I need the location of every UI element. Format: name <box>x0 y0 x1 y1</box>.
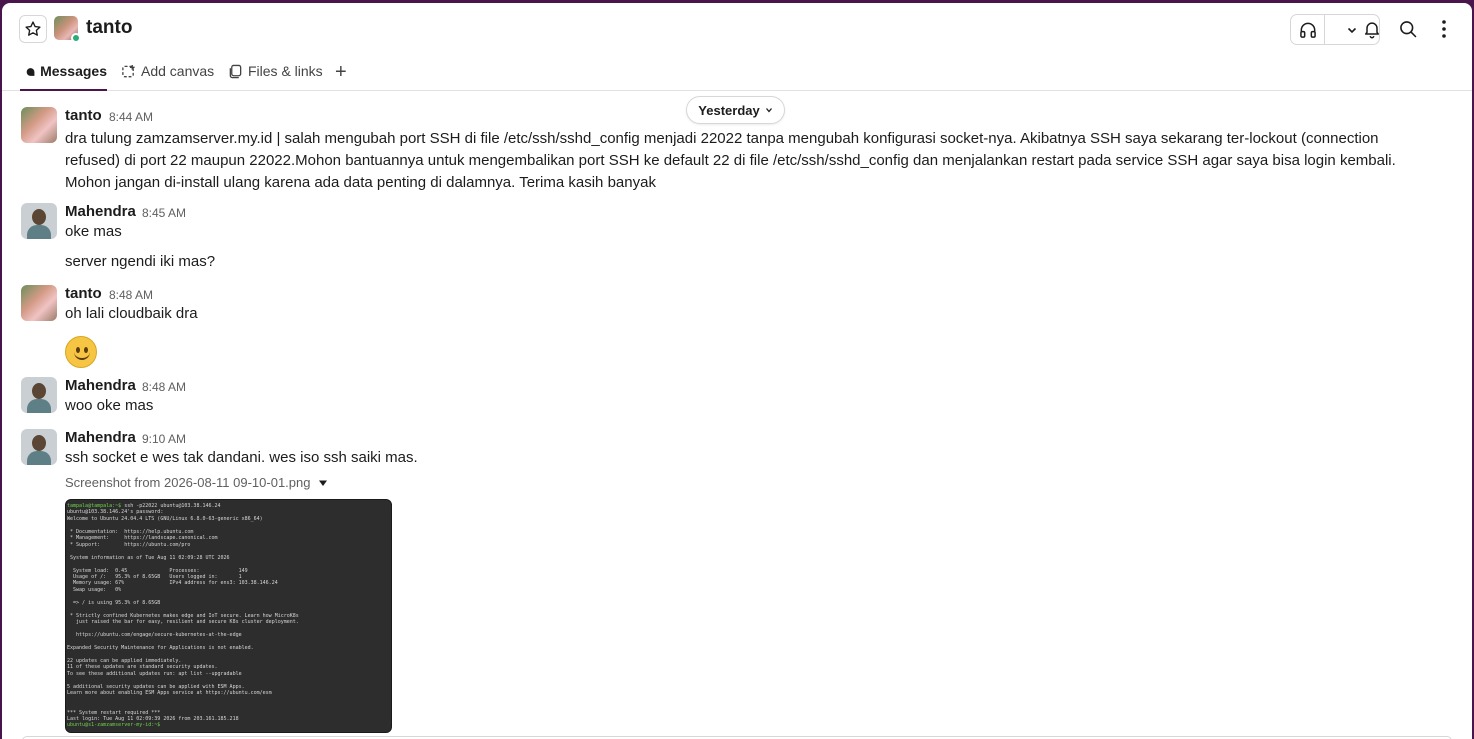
terminal-line: ubuntu@s1-zamzamserver-my-id:~$ <box>67 722 390 728</box>
message-text: oh lali cloudbaik dra <box>65 305 198 322</box>
day-divider-button[interactable]: Yesterday <box>686 96 785 124</box>
channel-header: tanto <box>2 3 1472 53</box>
headphones-icon <box>1299 22 1316 38</box>
message-author[interactable]: tanto <box>65 107 102 124</box>
day-divider-label: Yesterday <box>698 102 760 118</box>
attachment-image[interactable]: tampala@tampala:~$ ssh -p22022 ubuntu@10… <box>65 499 392 733</box>
add-tab-button[interactable]: + <box>335 61 347 84</box>
terminal-output: tampala@tampala:~$ ssh -p22022 ubuntu@10… <box>67 503 390 729</box>
canvas-add-icon <box>122 64 135 78</box>
message-text: woo oke mas <box>65 397 154 414</box>
avatar[interactable] <box>21 429 57 465</box>
message-author[interactable]: Mahendra <box>65 377 136 394</box>
message-author[interactable]: Mahendra <box>65 203 136 220</box>
tab-label: Files & links <box>248 63 323 79</box>
terminal-prompt: ubuntu@s1-zamzamserver-my-id:~$ <box>67 722 161 729</box>
tab-add-canvas[interactable]: Add canvas <box>121 63 214 91</box>
more-options-button[interactable] <box>1429 14 1459 44</box>
kebab-menu-icon <box>1442 20 1446 38</box>
avatar[interactable] <box>21 107 57 143</box>
presence-dot <box>71 33 81 43</box>
message-timestamp[interactable]: 9:10 AM <box>142 432 186 446</box>
caret-down-icon[interactable] <box>318 479 328 487</box>
message-text: ssh socket e wes tak dandani. wes iso ss… <box>65 449 418 466</box>
message-author[interactable]: Mahendra <box>65 429 136 446</box>
notifications-button[interactable] <box>1357 14 1387 44</box>
avatar[interactable] <box>21 203 57 239</box>
chevron-down-icon <box>765 108 772 113</box>
attachment-filename[interactable]: Screenshot from 2026-08-11 09-10-01.png <box>65 475 310 490</box>
channel-tabs: Messages Add canvas Files & links + <box>2 53 1472 91</box>
app-window: tanto Messages Add canvas Files & links … <box>2 3 1472 739</box>
channel-name[interactable]: tanto <box>86 17 132 39</box>
tab-files-links[interactable]: Files & links <box>228 63 323 91</box>
star-button[interactable] <box>19 15 47 43</box>
attachment-title[interactable]: Screenshot from 2026-08-11 09-10-01.png <box>65 475 328 490</box>
files-icon <box>229 64 242 79</box>
tab-label: Messages <box>40 63 107 79</box>
message-timestamp[interactable]: 8:45 AM <box>142 206 186 220</box>
message-author[interactable]: tanto <box>65 285 102 302</box>
message-timestamp[interactable]: 8:48 AM <box>109 288 153 302</box>
tab-messages[interactable]: Messages <box>20 63 107 91</box>
message-timestamp[interactable]: 8:44 AM <box>109 110 153 124</box>
channel-avatar[interactable] <box>54 16 81 43</box>
tab-label: Add canvas <box>141 63 215 79</box>
message-timestamp[interactable]: 8:48 AM <box>142 380 186 394</box>
message-text: dra tulung zamzamserver.my.id | salah me… <box>65 130 1396 191</box>
message-text: server ngendi iki mas? <box>65 253 216 270</box>
huddle-button[interactable] <box>1291 15 1325 44</box>
search-button[interactable] <box>1393 14 1423 44</box>
slightly-smiling-face-emoji <box>65 336 97 368</box>
avatar[interactable] <box>21 377 57 413</box>
search-icon <box>1400 21 1417 38</box>
terminal-prompt: tampala@tampala:~$ <box>67 503 122 509</box>
star-icon <box>25 21 41 36</box>
avatar[interactable] <box>21 285 57 321</box>
message-bubble-icon <box>26 68 35 76</box>
message-text: oke mas <box>65 223 122 240</box>
bell-icon <box>1365 22 1379 39</box>
plus-icon: + <box>335 61 347 83</box>
